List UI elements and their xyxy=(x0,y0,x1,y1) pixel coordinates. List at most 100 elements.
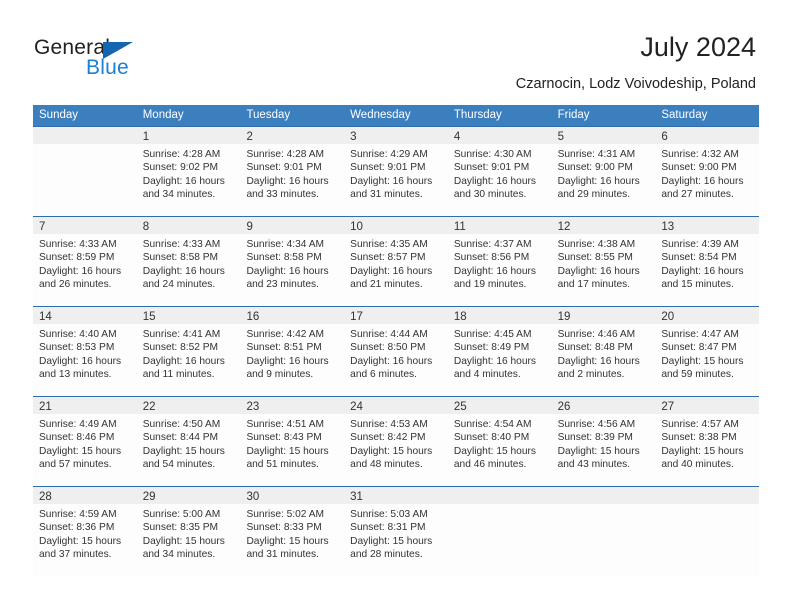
day-number: 17 xyxy=(350,311,363,323)
day-details: Sunrise: 4:29 AM Sunset: 9:01 PM Dayligh… xyxy=(344,144,448,201)
daylight-text-line2: and 28 minutes. xyxy=(350,548,423,560)
daylight-text-line1: Daylight: 16 hours xyxy=(246,175,329,187)
daylight-text-line1: Daylight: 16 hours xyxy=(350,175,433,187)
daylight-text-line2: and 30 minutes. xyxy=(453,188,527,200)
calendar-day-cell[interactable]: 25 Sunrise: 4:54 AM Sunset: 8:40 PM Dayl… xyxy=(447,397,552,486)
calendar-day-cell[interactable]: 12 Sunrise: 4:38 AM Sunset: 8:55 PM Dayl… xyxy=(551,217,656,306)
day-number: 26 xyxy=(557,401,571,413)
calendar-day-cell[interactable]: 22 Sunrise: 4:50 AM Sunset: 8:44 PM Dayl… xyxy=(136,397,241,486)
day-details: Sunrise: 4:46 AM Sunset: 8:48 PM Dayligh… xyxy=(552,324,656,381)
calendar-day-cell[interactable]: 21 Sunrise: 4:49 AM Sunset: 8:46 PM Dayl… xyxy=(33,397,137,486)
day-number: 23 xyxy=(246,401,260,413)
page-title: July 2024 xyxy=(640,32,756,62)
calendar-day-cell[interactable] xyxy=(447,487,552,576)
sunrise-text: Sunrise: 4:46 AM xyxy=(557,329,636,340)
sunset-text: Sunset: 9:01 PM xyxy=(246,162,322,174)
sunset-text: Sunset: 8:35 PM xyxy=(142,522,219,534)
day-number-band: 11 xyxy=(447,217,552,234)
calendar-day-cell[interactable] xyxy=(33,127,137,216)
calendar-day-cell[interactable]: 13 Sunrise: 4:39 AM Sunset: 8:54 PM Dayl… xyxy=(655,217,760,306)
calendar-day-cell[interactable]: 2 Sunrise: 4:28 AM Sunset: 9:01 PM Dayli… xyxy=(240,127,345,216)
sunset-text: Sunset: 9:02 PM xyxy=(142,162,219,174)
sunset-text: Sunset: 8:51 PM xyxy=(246,342,322,354)
day-number-band: 8 xyxy=(136,217,241,234)
calendar-day-cell[interactable]: 16 Sunrise: 4:42 AM Sunset: 8:51 PM Dayl… xyxy=(240,307,345,396)
day-number-band: 21 xyxy=(33,397,137,414)
day-number-band xyxy=(447,487,552,504)
daylight-text-line1: Daylight: 16 hours xyxy=(453,355,536,367)
sunset-text: Sunset: 8:50 PM xyxy=(350,342,426,354)
day-details: Sunrise: 5:02 AM Sunset: 8:33 PM Dayligh… xyxy=(240,504,344,561)
calendar-day-cell[interactable]: 30 Sunrise: 5:02 AM Sunset: 8:33 PM Dayl… xyxy=(240,487,345,576)
day-details: Sunrise: 4:51 AM Sunset: 8:43 PM Dayligh… xyxy=(240,414,344,471)
calendar-day-cell[interactable]: 29 Sunrise: 5:00 AM Sunset: 8:35 PM Dayl… xyxy=(136,487,241,576)
calendar-day-cell[interactable] xyxy=(551,487,656,576)
daylight-text-line2: and 4 minutes. xyxy=(453,368,521,380)
calendar-day-cell[interactable]: 10 Sunrise: 4:35 AM Sunset: 8:57 PM Dayl… xyxy=(344,217,448,306)
day-number: 2 xyxy=(246,131,253,143)
day-number-band: 2 xyxy=(240,127,345,144)
daylight-text-line1: Daylight: 16 hours xyxy=(661,175,744,187)
day-details: Sunrise: 4:50 AM Sunset: 8:44 PM Dayligh… xyxy=(137,414,241,471)
daylight-text-line2: and 13 minutes. xyxy=(39,368,112,380)
sunrise-text: Sunrise: 4:50 AM xyxy=(142,419,221,430)
day-number-band: 5 xyxy=(551,127,656,144)
daylight-text-line1: Daylight: 16 hours xyxy=(142,355,225,367)
day-number: 6 xyxy=(661,131,668,143)
sunrise-text: Sunrise: 4:37 AM xyxy=(453,239,532,250)
sunset-text: Sunset: 8:58 PM xyxy=(142,252,219,264)
daylight-text-line1: Daylight: 16 hours xyxy=(557,175,640,187)
sunrise-text: Sunrise: 4:32 AM xyxy=(661,149,739,160)
sunset-text: Sunset: 8:58 PM xyxy=(246,252,322,264)
calendar-day-cell[interactable]: 31 Sunrise: 5:03 AM Sunset: 8:31 PM Dayl… xyxy=(344,487,448,576)
day-details: Sunrise: 4:54 AM Sunset: 8:40 PM Dayligh… xyxy=(448,414,552,471)
calendar-day-cell[interactable]: 27 Sunrise: 4:57 AM Sunset: 8:38 PM Dayl… xyxy=(655,397,760,486)
calendar-day-cell[interactable]: 28 Sunrise: 4:59 AM Sunset: 8:36 PM Dayl… xyxy=(33,487,137,576)
sunset-text: Sunset: 8:47 PM xyxy=(661,342,737,354)
day-number: 20 xyxy=(661,311,675,323)
day-number-band: 29 xyxy=(136,487,241,504)
sunset-text: Sunset: 9:00 PM xyxy=(661,162,737,174)
daylight-text-line1: Daylight: 15 hours xyxy=(661,445,744,457)
day-number: 8 xyxy=(142,221,150,233)
day-details: Sunrise: 4:41 AM Sunset: 8:52 PM Dayligh… xyxy=(137,324,241,381)
day-number-band: 28 xyxy=(33,487,137,504)
calendar-day-cell[interactable]: 1 Sunrise: 4:28 AM Sunset: 9:02 PM Dayli… xyxy=(136,127,241,216)
day-details: Sunrise: 4:33 AM Sunset: 8:59 PM Dayligh… xyxy=(33,234,137,291)
calendar-day-cell[interactable]: 5 Sunrise: 4:31 AM Sunset: 9:00 PM Dayli… xyxy=(551,127,656,216)
daylight-text-line1: Daylight: 15 hours xyxy=(39,535,122,547)
sunset-text: Sunset: 8:56 PM xyxy=(453,252,530,264)
calendar-day-cell[interactable] xyxy=(655,487,760,576)
calendar-day-cell[interactable]: 19 Sunrise: 4:46 AM Sunset: 8:48 PM Dayl… xyxy=(551,307,656,396)
day-number: 31 xyxy=(350,491,363,503)
daylight-text-line1: Daylight: 15 hours xyxy=(350,445,433,457)
daylight-text-line1: Daylight: 16 hours xyxy=(142,175,225,187)
calendar-day-cell[interactable]: 23 Sunrise: 4:51 AM Sunset: 8:43 PM Dayl… xyxy=(240,397,345,486)
calendar-day-cell[interactable]: 26 Sunrise: 4:56 AM Sunset: 8:39 PM Dayl… xyxy=(551,397,656,486)
daylight-text-line1: Daylight: 16 hours xyxy=(557,265,640,277)
calendar-day-cell[interactable]: 20 Sunrise: 4:47 AM Sunset: 8:47 PM Dayl… xyxy=(655,307,760,396)
day-number-band: 25 xyxy=(447,397,552,414)
calendar-day-cell[interactable]: 11 Sunrise: 4:37 AM Sunset: 8:56 PM Dayl… xyxy=(447,217,552,306)
calendar-day-cell[interactable]: 7 Sunrise: 4:33 AM Sunset: 8:59 PM Dayli… xyxy=(33,217,137,306)
sunrise-text: Sunrise: 4:33 AM xyxy=(142,239,221,250)
calendar-day-cell[interactable]: 17 Sunrise: 4:44 AM Sunset: 8:50 PM Dayl… xyxy=(344,307,448,396)
day-number: 5 xyxy=(557,131,564,143)
day-number-band: 26 xyxy=(551,397,656,414)
calendar-day-cell[interactable]: 24 Sunrise: 4:53 AM Sunset: 8:42 PM Dayl… xyxy=(344,397,448,486)
daylight-text-line2: and 2 minutes. xyxy=(557,368,625,380)
day-details: Sunrise: 4:37 AM Sunset: 8:56 PM Dayligh… xyxy=(448,234,552,291)
weekday-monday: Monday xyxy=(142,109,184,121)
daylight-text-line2: and 26 minutes. xyxy=(39,278,112,290)
calendar-day-cell[interactable]: 8 Sunrise: 4:33 AM Sunset: 8:58 PM Dayli… xyxy=(136,217,241,306)
day-number-band: 30 xyxy=(240,487,345,504)
calendar-day-cell[interactable]: 15 Sunrise: 4:41 AM Sunset: 8:52 PM Dayl… xyxy=(136,307,241,396)
calendar-day-cell[interactable]: 4 Sunrise: 4:30 AM Sunset: 9:01 PM Dayli… xyxy=(447,127,552,216)
sunrise-text: Sunrise: 5:03 AM xyxy=(350,509,428,520)
calendar-day-cell[interactable]: 14 Sunrise: 4:40 AM Sunset: 8:53 PM Dayl… xyxy=(33,307,137,396)
calendar-day-cell[interactable]: 18 Sunrise: 4:45 AM Sunset: 8:49 PM Dayl… xyxy=(447,307,552,396)
calendar-day-cell[interactable]: 9 Sunrise: 4:34 AM Sunset: 8:58 PM Dayli… xyxy=(240,217,345,306)
calendar-day-cell[interactable]: 3 Sunrise: 4:29 AM Sunset: 9:01 PM Dayli… xyxy=(344,127,448,216)
calendar-day-cell[interactable]: 6 Sunrise: 4:32 AM Sunset: 9:00 PM Dayli… xyxy=(655,127,760,216)
calendar-grid: Sunday Monday Tuesday Wednesday Thursday… xyxy=(33,105,760,576)
